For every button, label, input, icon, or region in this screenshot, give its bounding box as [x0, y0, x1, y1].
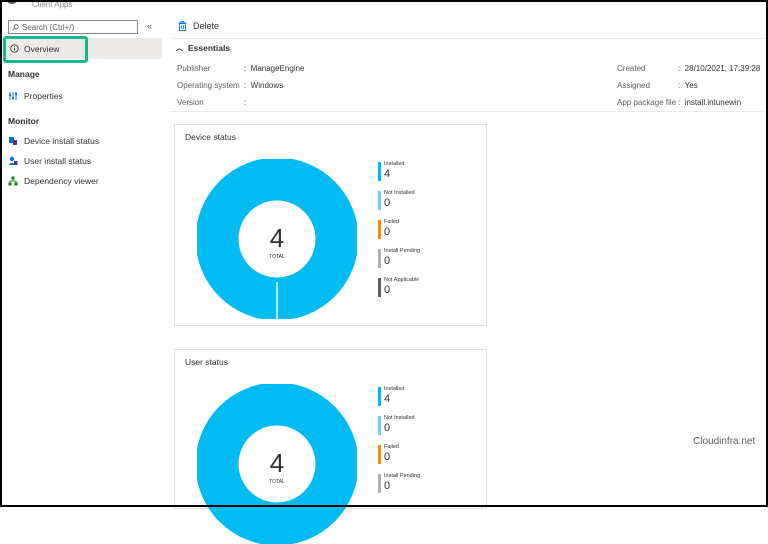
properties-icon: [9, 92, 17, 100]
overview-highlight-box: [3, 36, 88, 63]
sidebar-item-device-install-status[interactable]: Device install status: [8, 136, 99, 146]
publisher-value: : ManageEngine: [244, 64, 305, 73]
device-icon: [9, 137, 17, 145]
legend-color-bar: [378, 220, 381, 239]
legend-label: Install Pending: [384, 473, 421, 479]
legend-value: 0: [384, 422, 391, 434]
legend-label: Installed: [384, 386, 405, 392]
legend-item-failed[interactable]: Failed 0: [378, 444, 420, 464]
legend-color-bar: [378, 474, 381, 493]
app-package-file-value: : install.intunewin: [678, 98, 742, 107]
essentials-heading: Essentials: [188, 43, 231, 53]
search-input[interactable]: Search (Ctrl+/): [8, 20, 138, 34]
legend-item-install-pending[interactable]: Install Pending 0: [378, 473, 420, 493]
user-status-legend: Installed 4 Not Installed 0 Failed 0 Instal…: [378, 386, 420, 502]
card-title: User status: [185, 357, 228, 367]
legend-item-installed[interactable]: Installed 4: [378, 386, 420, 406]
legend-value: 0: [384, 480, 391, 492]
app-package-file-label: App package file: [617, 98, 677, 107]
legend-value: 0: [384, 226, 391, 238]
essentials-toggle[interactable]: ︿ Essentials: [176, 43, 230, 53]
donut-total-value: 4: [270, 223, 284, 253]
legend-label: Failed: [384, 444, 399, 450]
legend-color-bar: [378, 278, 381, 297]
toolbar-divider: [170, 38, 764, 39]
search-icon: [12, 23, 19, 31]
legend-value: 0: [384, 197, 391, 209]
legend-item-not-installed[interactable]: Not Installed 0: [378, 415, 420, 435]
legend-label: Installed: [384, 161, 405, 167]
legend-color-bar: [378, 162, 381, 181]
legend-item-not-installed[interactable]: Not Installed 0: [378, 190, 420, 210]
legend-value: 4: [384, 168, 391, 180]
legend-value: 0: [384, 255, 391, 267]
legend-label: Not Installed: [384, 415, 415, 421]
user-status-donut: 4 TOTAL: [197, 384, 357, 544]
delete-label: Delete: [193, 21, 220, 31]
donut-total-value: 4: [270, 448, 284, 478]
legend-color-bar: [378, 249, 381, 268]
page-subtitle: Client Apps: [32, 0, 73, 9]
collapse-menu-button[interactable]: «: [147, 21, 152, 31]
chevron-up-icon: ︿: [176, 45, 183, 52]
legend-color-bar: [378, 387, 381, 406]
assigned-value: : Yes: [678, 81, 698, 90]
user-icon: [8, 156, 18, 165]
sidebar-item-user-install-status[interactable]: User install status: [8, 156, 91, 166]
legend-item-install-pending[interactable]: Install Pending 0: [378, 248, 420, 268]
legend-label: Failed: [384, 219, 399, 225]
dependency-icon: [8, 176, 18, 186]
trash-icon: [178, 21, 187, 31]
legend-value: 4: [384, 393, 391, 405]
created-value: : 28/10/2021, 17:39:28: [678, 64, 761, 73]
legend-color-bar: [378, 445, 381, 464]
card-title: Device status: [185, 132, 237, 142]
section-heading-monitor: Monitor: [8, 116, 40, 126]
sidebar-item-label: Properties: [24, 91, 63, 101]
section-heading-manage: Manage: [8, 69, 40, 79]
delete-button[interactable]: Delete: [178, 21, 219, 31]
watermark-text: Cloudinfra.net: [693, 436, 756, 447]
essentials-divider: [170, 111, 764, 112]
created-label: Created: [617, 64, 646, 73]
donut-total-label: TOTAL: [269, 479, 285, 485]
legend-label: Install Pending: [384, 248, 421, 254]
legend-value: 0: [384, 451, 391, 463]
sidebar-item-dependency-viewer[interactable]: Dependency viewer: [8, 176, 99, 186]
user-status-card[interactable]: User status 4 TOTAL Installed 4 Not Insta…: [174, 349, 487, 544]
legend-item-not-applicable[interactable]: Not Applicable 0: [378, 277, 420, 297]
operating-system-label: Operating system: [177, 81, 240, 90]
legend-color-bar: [378, 191, 381, 210]
legend-item-installed[interactable]: Installed 4: [378, 161, 420, 181]
device-status-donut: 4 TOTAL: [197, 159, 357, 319]
app-logo: [6, 0, 18, 4]
version-value: :: [244, 98, 251, 107]
sidebar-item-label: Device install status: [24, 136, 100, 146]
legend-label: Not Applicable: [384, 277, 420, 283]
donut-total-label: TOTAL: [269, 254, 285, 260]
sidebar-item-properties[interactable]: Properties: [8, 91, 63, 101]
legend-value: 0: [384, 284, 391, 296]
legend-color-bar: [378, 416, 381, 435]
device-status-card[interactable]: Device status 4 TOTAL Installed 4 Not Ins…: [174, 124, 487, 326]
legend-item-failed[interactable]: Failed 0: [378, 219, 420, 239]
legend-label: Not Installed: [384, 190, 415, 196]
search-placeholder: Search (Ctrl+/): [22, 22, 75, 32]
sidebar-item-label: User install status: [24, 156, 92, 166]
device-status-legend: Installed 4 Not Installed 0 Failed 0 Instal…: [378, 161, 420, 306]
operating-system-value: : Windows: [244, 81, 284, 90]
version-label: Version: [177, 98, 204, 107]
assigned-label: Assigned: [617, 81, 650, 90]
sidebar-item-label: Dependency viewer: [24, 176, 99, 186]
publisher-label: Publisher: [177, 64, 211, 73]
